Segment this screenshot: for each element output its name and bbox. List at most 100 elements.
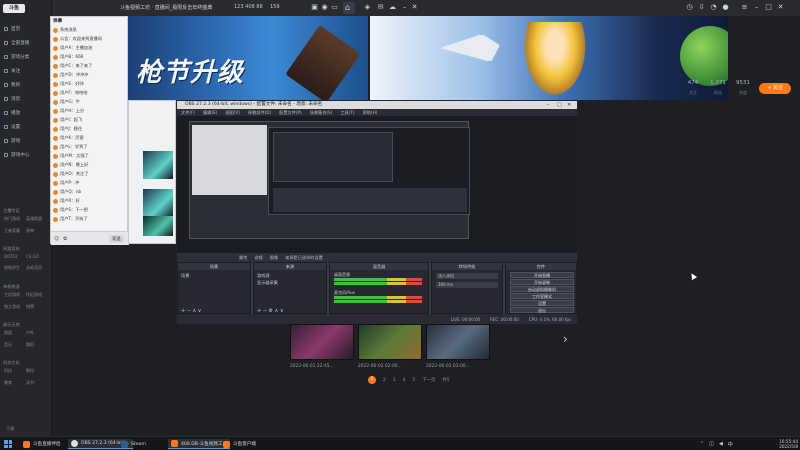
source-item[interactable]: 游戏源 bbox=[257, 273, 270, 279]
sidebar-item-play[interactable]: 播放 bbox=[4, 108, 48, 117]
sidebar-item-settings[interactable]: 设置 bbox=[4, 122, 48, 131]
link[interactable]: 英雄联盟 bbox=[26, 216, 48, 222]
properties-button[interactable]: 属性 bbox=[239, 255, 247, 261]
link[interactable]: CS:GO bbox=[26, 254, 48, 259]
send-button[interactable]: 发送 bbox=[109, 235, 124, 243]
link[interactable]: 热门游戏 bbox=[4, 216, 26, 222]
replay-thumbnail[interactable] bbox=[426, 324, 490, 360]
link[interactable]: 棋牌 bbox=[26, 304, 48, 310]
taskbar-clock[interactable]: 16:55:44 2022/5/8 bbox=[770, 439, 798, 449]
menu-file[interactable]: 文件(F) bbox=[181, 109, 195, 116]
window-maximize-icon[interactable]: □ bbox=[764, 3, 773, 12]
mic-icon[interactable]: ◉ bbox=[320, 3, 329, 12]
network-icon[interactable]: ◫ bbox=[709, 441, 714, 448]
link[interactable]: 独立游戏 bbox=[4, 304, 26, 310]
emoji-icon[interactable]: ☺ bbox=[54, 236, 59, 242]
replay-thumbnail[interactable] bbox=[290, 324, 354, 360]
home-button[interactable]: ⌂ bbox=[343, 2, 355, 14]
image-button[interactable]: 图像 bbox=[270, 255, 278, 261]
promo-banner-right[interactable] bbox=[370, 16, 728, 100]
window-maximize-icon[interactable]: □ bbox=[557, 102, 562, 108]
windows-start-icon[interactable] bbox=[4, 440, 12, 448]
page-link[interactable]: 2 bbox=[383, 378, 386, 383]
menu-scene-collection[interactable]: 场景集合(S) bbox=[310, 109, 333, 116]
follow-button[interactable]: + 关注 bbox=[759, 83, 791, 94]
close-icon[interactable]: ✕ bbox=[410, 3, 419, 12]
video-thumbnail[interactable] bbox=[143, 151, 173, 179]
sidebar-item-all-live[interactable]: 全部直播 bbox=[4, 38, 48, 47]
sidebar-item-messages[interactable]: 消息 bbox=[4, 94, 48, 103]
minimize-icon[interactable]: – bbox=[400, 3, 409, 12]
page-link[interactable]: 3 bbox=[393, 378, 396, 383]
exit-button[interactable]: 退出 bbox=[510, 307, 574, 313]
transition-select[interactable]: 淡入淡出 bbox=[436, 273, 498, 279]
download-icon[interactable]: ⇩ bbox=[697, 3, 706, 12]
sidebar-item-follow[interactable]: 关注 bbox=[4, 66, 48, 75]
link[interactable]: 原神 bbox=[26, 228, 48, 234]
menu-help[interactable]: 帮助(H) bbox=[363, 109, 378, 116]
menu-edit[interactable]: 编辑(E) bbox=[203, 109, 217, 116]
replay-thumbnail[interactable] bbox=[358, 324, 422, 360]
window-close-icon[interactable]: ✕ bbox=[776, 3, 785, 12]
window-minimize-icon[interactable]: – bbox=[752, 3, 761, 12]
menu-docks[interactable]: 停靠部件(D) bbox=[248, 109, 271, 116]
menu-icon[interactable]: ≡ bbox=[740, 3, 749, 12]
link[interactable]: 舞蹈 bbox=[26, 342, 48, 348]
link[interactable]: 永劫无间 bbox=[26, 265, 48, 271]
gift-icon[interactable]: ✿ bbox=[63, 236, 67, 242]
link[interactable]: 绝地求生 bbox=[4, 265, 26, 271]
next-page-link[interactable]: 下一页 bbox=[422, 377, 435, 383]
start-streaming-button[interactable]: 开始直播 bbox=[510, 272, 574, 278]
page-link[interactable]: 5 bbox=[412, 378, 415, 383]
window-minimize-icon[interactable]: – bbox=[547, 102, 550, 108]
menu-profile[interactable]: 配置文件(P) bbox=[279, 109, 302, 116]
obs-preview-canvas[interactable] bbox=[177, 116, 577, 253]
link[interactable]: 户外 bbox=[26, 330, 48, 336]
link[interactable]: DOTA2 bbox=[4, 254, 26, 259]
window-close-icon[interactable]: ✕ bbox=[567, 102, 571, 108]
taskbar-app[interactable]: 斗鱼客户端 bbox=[220, 439, 259, 449]
link[interactable]: 主机游戏 bbox=[4, 292, 26, 298]
chevron-right-icon[interactable]: › bbox=[563, 332, 568, 346]
gamepad-icon[interactable]: ◈ bbox=[363, 3, 372, 12]
link[interactable]: 怀旧游戏 bbox=[26, 292, 48, 298]
avatar[interactable]: ● bbox=[721, 3, 730, 12]
link[interactable]: 颜值 bbox=[4, 330, 26, 336]
taskbar-app[interactable]: Steam bbox=[118, 439, 149, 449]
history-icon[interactable]: ◷ bbox=[685, 3, 694, 12]
sidebar-item-game[interactable]: 游戏 bbox=[4, 136, 48, 145]
page-link[interactable]: 4 bbox=[403, 378, 406, 383]
chevron-up-icon[interactable]: ⌃ bbox=[700, 441, 704, 448]
video-thumbnail[interactable] bbox=[143, 189, 173, 217]
bell-icon[interactable]: ◔ bbox=[709, 3, 718, 12]
menu-tools[interactable]: 工具(T) bbox=[340, 109, 354, 116]
link[interactable]: 音乐 bbox=[4, 342, 26, 348]
screen-icon[interactable]: ▭ bbox=[330, 3, 339, 12]
promo-banner-left[interactable]: 枪节升级 bbox=[128, 16, 368, 100]
sidebar-item-game-center[interactable]: 游戏中心 bbox=[4, 150, 48, 159]
sidebar-item-game-category[interactable]: 游戏分类 bbox=[4, 52, 48, 61]
mail-icon[interactable]: ✉ bbox=[376, 3, 385, 12]
link[interactable]: 读书 bbox=[26, 380, 48, 386]
filters-button[interactable]: 滤镜 bbox=[254, 255, 262, 261]
scene-item[interactable]: 场景 bbox=[181, 273, 189, 279]
page-current[interactable]: 1 bbox=[368, 376, 376, 384]
link[interactable]: 王者荣耀 bbox=[4, 228, 26, 234]
camera-icon[interactable]: ▣ bbox=[310, 3, 319, 12]
volume-icon[interactable]: ◀ bbox=[719, 441, 723, 448]
taskbar-app[interactable]: 斗鱼直播伴侣 bbox=[20, 439, 64, 449]
duration-input[interactable]: 300 ms bbox=[436, 282, 498, 288]
virtual-camera-button[interactable]: 启动虚拟摄像机 bbox=[510, 286, 574, 292]
menu-view[interactable]: 视图(V) bbox=[225, 109, 240, 116]
studio-mode-button[interactable]: 工作室模式 bbox=[510, 293, 574, 299]
download-link[interactable]: 下载 bbox=[6, 426, 14, 432]
video-thumbnail[interactable] bbox=[143, 216, 173, 236]
start-recording-button[interactable]: 开始录制 bbox=[510, 279, 574, 285]
source-item[interactable]: 显示器采集 bbox=[257, 280, 278, 286]
ime-icon[interactable]: 中 bbox=[728, 441, 733, 448]
link[interactable]: 科技 bbox=[4, 368, 26, 374]
sidebar-item-home[interactable]: 首页 bbox=[4, 24, 48, 33]
settings-button[interactable]: 设置 bbox=[510, 300, 574, 306]
sidebar-item-mine[interactable]: 我的 bbox=[4, 80, 48, 89]
link[interactable]: 数码 bbox=[26, 368, 48, 374]
